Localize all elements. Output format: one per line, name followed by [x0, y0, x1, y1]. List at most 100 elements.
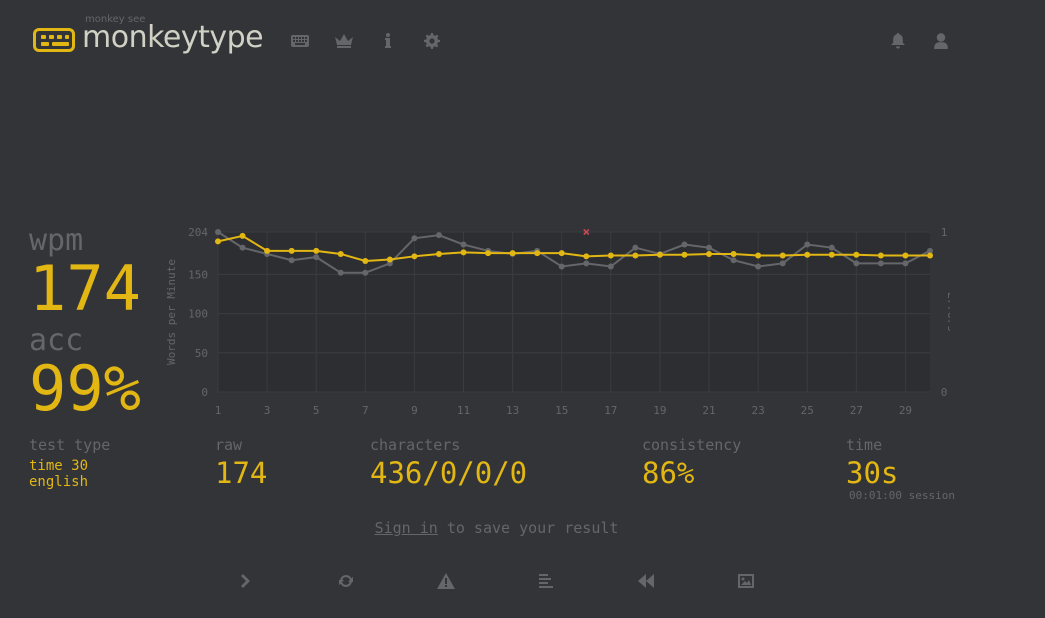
chart-x-tick: 21 [702, 404, 715, 417]
replay-button[interactable] [634, 570, 658, 592]
chart-point-0 [337, 269, 344, 276]
user-icon[interactable] [930, 30, 952, 52]
chart-point-0 [313, 254, 320, 261]
time-value: 30s [846, 456, 899, 490]
logo-icon[interactable] [33, 28, 75, 52]
replay-icon [638, 574, 654, 588]
chart-point-1 [288, 247, 295, 254]
chart-point-1 [828, 251, 835, 258]
chart-point-1 [485, 250, 492, 257]
wpm-value: 174 [29, 252, 141, 325]
chart-point-1 [877, 252, 884, 259]
chart-point-1 [435, 250, 442, 257]
chart-point-0 [730, 257, 737, 264]
chart-point-0 [706, 244, 713, 251]
chart-y-tick: 0 [201, 386, 208, 399]
chart-y2-axis-title: Errors [945, 292, 950, 332]
chart-point-0 [435, 232, 442, 239]
chart-y-tick: 204 [188, 226, 208, 239]
chart-point-1 [583, 253, 590, 260]
chart-point-1 [755, 252, 762, 259]
chart-point-0 [215, 229, 221, 235]
test-type-mode: time 30 [29, 458, 89, 474]
chart-point-1 [779, 252, 786, 259]
raw-label: raw [215, 436, 243, 454]
chart-point-1 [730, 250, 737, 257]
chart-x-tick: 3 [264, 404, 271, 417]
restart-icon [339, 575, 353, 587]
chart-point-1 [804, 251, 811, 258]
raw-value: 174 [215, 456, 268, 490]
session-time: 00:01:00 session [849, 489, 955, 502]
chart-x-tick: 11 [457, 404, 470, 417]
chart-point-1 [239, 232, 246, 239]
chart-x-tick: 25 [801, 404, 814, 417]
chart-point-1 [656, 251, 663, 258]
chart-point-1 [411, 253, 418, 260]
chart-y2-tick: 1 [941, 226, 948, 239]
warning-icon [437, 573, 455, 589]
chart-point-0 [877, 260, 884, 267]
chart-point-1 [927, 252, 933, 259]
signin-link[interactable]: Sign in [375, 519, 438, 537]
chart-y-axis-title: Words per Minute [165, 259, 178, 365]
chart-x-tick: 15 [555, 404, 568, 417]
chart-point-1 [509, 250, 516, 257]
chart-x-tick: 27 [850, 404, 863, 417]
chart-plot-area [218, 232, 930, 392]
words-history-icon [539, 574, 553, 588]
acc-value: 99% [29, 352, 141, 425]
chart-point-0 [902, 260, 909, 267]
chart-x-tick: 9 [411, 404, 418, 417]
chart-y-tick: 150 [188, 268, 208, 281]
chart-point-1 [853, 251, 860, 258]
chart-y-tick: 100 [188, 308, 208, 321]
chart-point-0 [583, 260, 590, 267]
chart-y2-tick: 0 [941, 386, 948, 399]
words-history-button[interactable] [534, 570, 558, 592]
report-button[interactable] [434, 570, 458, 592]
characters-value: 436/0/0/0 [370, 456, 528, 490]
crown-icon[interactable] [333, 30, 355, 52]
chart-point-0 [558, 263, 565, 270]
chart-point-0 [804, 241, 811, 248]
chart-point-1 [215, 238, 221, 245]
bell-icon[interactable] [887, 30, 909, 52]
chart-point-1 [460, 249, 467, 256]
chart-point-1 [313, 247, 320, 254]
chart-point-1 [534, 250, 541, 257]
chart-point-0 [779, 260, 786, 267]
wpm-chart: 0501001502041 3 5 7 9 11 13 15 17 19 21 23 25 27 2901W… [165, 226, 950, 417]
chart-point-1 [386, 256, 393, 263]
chart-x-tick: 13 [506, 404, 519, 417]
chart-point-1 [558, 250, 565, 257]
restart-button[interactable] [334, 570, 358, 592]
screenshot-icon [738, 574, 754, 588]
next-test-button[interactable] [234, 570, 258, 592]
chart-point-1 [902, 252, 909, 259]
test-type-language: english [29, 474, 89, 490]
keyboard-icon[interactable] [289, 30, 311, 52]
consistency-label: consistency [642, 436, 742, 454]
chart-y-tick: 50 [195, 347, 208, 360]
test-type-label: test type [29, 436, 111, 454]
chart-point-1 [264, 247, 271, 254]
chart-point-0 [632, 244, 639, 251]
screenshot-button[interactable] [734, 570, 758, 592]
chart-point-0 [607, 263, 614, 270]
chart-point-0 [239, 244, 246, 251]
chart-point-0 [362, 269, 369, 276]
next-test-icon [241, 574, 250, 588]
chart-point-1 [607, 252, 614, 259]
chart-point-1 [362, 258, 369, 265]
logo-text[interactable]: monkeytype [82, 20, 264, 55]
chart-point-0 [853, 260, 860, 267]
info-icon[interactable] [377, 30, 399, 52]
chart-x-tick: 29 [899, 404, 912, 417]
chart-x-tick: 23 [752, 404, 765, 417]
characters-label: characters [370, 436, 461, 454]
chart-point-0 [755, 263, 762, 270]
consistency-value: 86% [642, 456, 695, 490]
settings-icon[interactable] [421, 30, 443, 52]
chart-point-0 [411, 235, 418, 242]
